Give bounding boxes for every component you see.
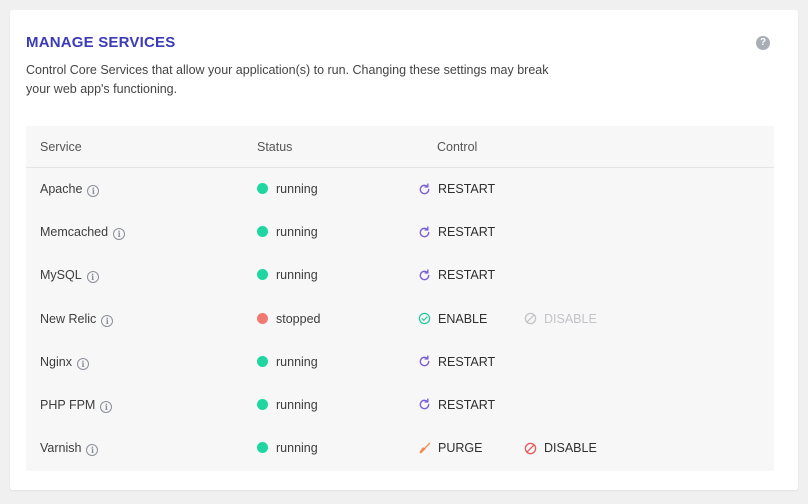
enable-button[interactable]: ENABLE	[418, 312, 487, 326]
service-name: Nginx i	[40, 355, 89, 370]
status-label: running	[276, 354, 318, 369]
broom-icon	[418, 442, 431, 455]
restart-button[interactable]: RESTART	[418, 225, 495, 239]
info-icon[interactable]: i	[100, 400, 113, 413]
table-row: MySQL i running RESTART	[26, 254, 774, 297]
status-label: running	[276, 268, 318, 283]
column-header-status: Status	[257, 140, 293, 154]
services-table: Service Status Control Apache i running RES…	[26, 126, 774, 471]
control-label: DISABLE	[544, 441, 597, 456]
control-cell: RESTART	[418, 268, 495, 285]
control-cell: DISABLE	[524, 441, 597, 458]
service-status: running	[257, 441, 318, 455]
info-icon[interactable]: i	[86, 271, 99, 284]
restart-button[interactable]: RESTART	[418, 268, 495, 282]
column-header-service: Service	[40, 140, 82, 154]
status-label: running	[276, 225, 318, 240]
table-row: Nginx i running RESTART	[26, 341, 774, 384]
service-status: running	[257, 268, 318, 282]
status-label: running	[276, 182, 318, 196]
info-icon[interactable]: i	[101, 314, 114, 327]
control-cell: PURGE	[418, 441, 482, 458]
control-label: RESTART	[438, 268, 496, 283]
check-circle-icon	[418, 312, 431, 325]
info-icon[interactable]: i	[86, 444, 99, 457]
column-header-control: Control	[437, 140, 478, 154]
table-row: Varnish i running PURGE DISABLE	[26, 427, 774, 470]
info-icon[interactable]: i	[87, 185, 100, 197]
disable-icon	[524, 312, 537, 325]
status-running-dot-icon	[257, 269, 268, 281]
restart-icon	[418, 182, 431, 196]
service-status: running	[257, 355, 318, 369]
restart-button[interactable]: RESTART	[418, 182, 495, 196]
restart-button[interactable]: RESTART	[418, 398, 495, 412]
service-label: PHP FPM	[40, 397, 96, 412]
status-label: running	[276, 441, 318, 456]
service-status: running	[257, 398, 318, 412]
service-name: Memcached i	[40, 225, 126, 241]
control-cell: RESTART	[418, 182, 495, 199]
control-label: ENABLE	[438, 311, 488, 326]
table-row: New Relic i stopped ENABLE DISABLE	[26, 298, 774, 341]
service-label: Memcached	[40, 225, 109, 240]
table-header: Service Status Control	[26, 126, 774, 168]
service-name: Varnish i	[40, 441, 99, 457]
control-cell: ENABLE	[418, 312, 487, 329]
control-label: PURGE	[438, 441, 483, 456]
service-label: Nginx	[40, 354, 72, 369]
status-stopped-dot-icon	[257, 312, 268, 324]
table-row: Apache i running RESTART	[26, 168, 774, 211]
restart-icon	[418, 269, 431, 282]
service-name: PHP FPM i	[40, 397, 113, 413]
table-row: PHP FPM i running RESTART	[26, 384, 774, 427]
disable-button: DISABLE	[524, 312, 597, 326]
control-cell: RESTART	[418, 225, 495, 242]
control-label: RESTART	[438, 225, 496, 240]
info-icon[interactable]: i	[113, 228, 126, 241]
help-icon[interactable]: ?	[756, 36, 770, 50]
status-label: stopped	[276, 311, 321, 326]
status-running-dot-icon	[257, 355, 268, 367]
table-row: Memcached i running RESTART	[26, 211, 774, 254]
info-icon[interactable]: i	[76, 357, 89, 370]
status-running-dot-icon	[257, 183, 268, 194]
control-cell: DISABLE	[524, 312, 597, 329]
status-running-dot-icon	[257, 442, 268, 454]
service-name: New Relic i	[40, 311, 114, 327]
table-body: Apache i running RESTART Memcached i running RE…	[26, 168, 774, 470]
description-text: Control Core Services that allow your ap…	[26, 63, 549, 96]
control-cell: RESTART	[418, 355, 495, 372]
service-label: Apache	[40, 182, 83, 196]
purge-button[interactable]: PURGE	[418, 441, 482, 455]
restart-button[interactable]: RESTART	[418, 355, 495, 369]
restart-icon	[418, 398, 431, 411]
control-cell: RESTART	[418, 398, 495, 415]
page-title: MANAGE SERVICES	[26, 34, 176, 51]
service-status: running	[257, 182, 318, 196]
service-label: Varnish	[40, 441, 82, 456]
service-status: running	[257, 225, 318, 239]
service-status: stopped	[257, 312, 320, 326]
restart-icon	[418, 355, 431, 368]
restart-icon	[418, 226, 431, 239]
service-label: New Relic	[40, 311, 97, 326]
service-name: MySQL i	[40, 268, 99, 284]
manage-services-card: MANAGE SERVICES ? Control Core Services …	[10, 10, 798, 490]
control-label: RESTART	[438, 397, 496, 412]
control-label: RESTART	[438, 182, 496, 196]
control-label: RESTART	[438, 354, 496, 369]
service-name: Apache i	[40, 182, 100, 197]
disable-button[interactable]: DISABLE	[524, 441, 597, 455]
control-label: DISABLE	[544, 311, 597, 326]
status-running-dot-icon	[257, 226, 268, 238]
disable-icon	[524, 442, 537, 455]
status-running-dot-icon	[257, 398, 268, 410]
service-label: MySQL	[40, 268, 82, 283]
status-label: running	[276, 397, 318, 412]
